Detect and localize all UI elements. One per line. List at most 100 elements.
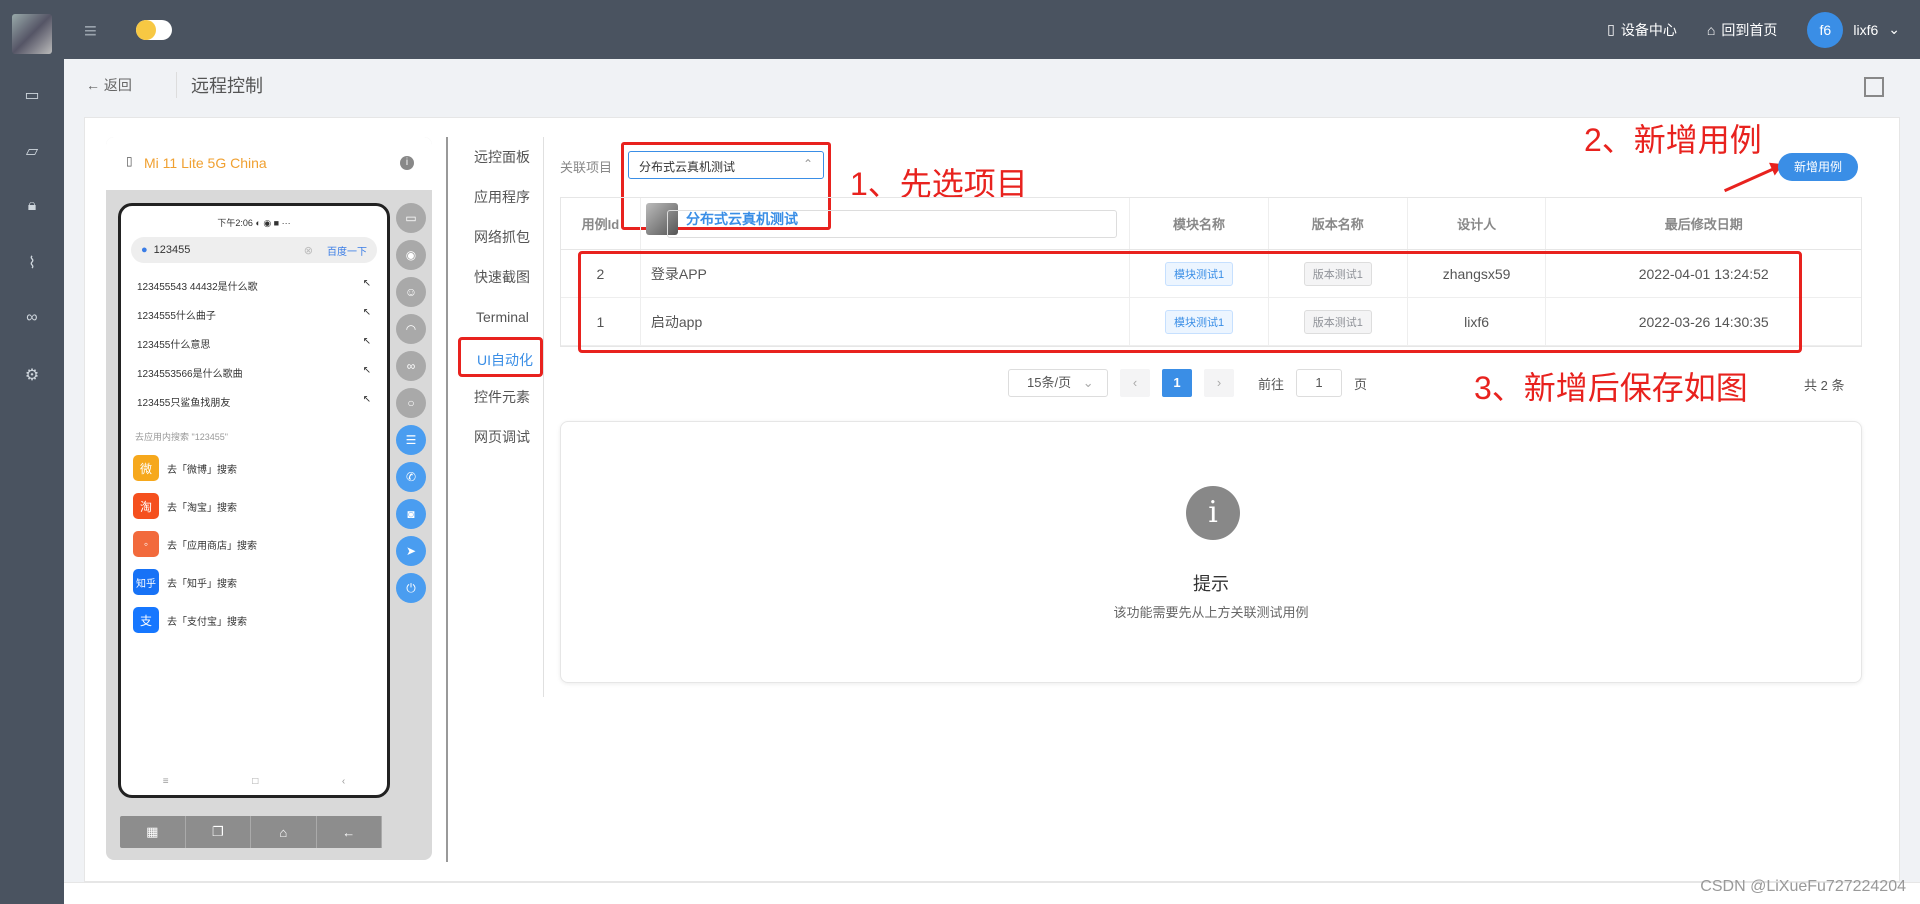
app-search-taobao[interactable]: 淘去「淘宝」搜索: [121, 487, 387, 525]
paperclip-icon[interactable]: ⌇: [22, 253, 42, 273]
menu-toggle-icon[interactable]: ≡: [84, 18, 97, 44]
suggestion-text: 123455什么意思: [137, 340, 211, 351]
video-icon[interactable]: ▭: [396, 203, 426, 233]
panel-splitter[interactable]: [446, 137, 448, 862]
page-header: ← 返回 远程控制: [64, 59, 1920, 109]
camera-icon[interactable]: ◙: [396, 499, 426, 529]
annotation-step2: 2、新增用例: [1584, 122, 1762, 158]
add-case-button[interactable]: 新增用例: [1778, 153, 1858, 181]
tab-remote-panel[interactable]: 远控面板: [458, 137, 543, 177]
headset-icon[interactable]: ◠: [396, 314, 426, 344]
info-icon[interactable]: i: [400, 156, 414, 170]
phone-panel: ▯ Mi 11 Lite 5G China i 下午2:06 ◐ ◉ ■ ···…: [106, 137, 432, 860]
hint-description: 该功能需要先从上方关联测试用例: [1113, 605, 1309, 620]
folder-icon[interactable]: ▱: [22, 141, 42, 161]
goto-page-input[interactable]: 1: [1296, 369, 1343, 397]
layout-toggle-icon[interactable]: [1864, 77, 1884, 97]
link-icon[interactable]: ∞: [396, 351, 426, 381]
pagination: 15条/页 ⌄ ‹ 1 › 前往 1 页: [1008, 369, 1367, 397]
back-button[interactable]: ← 返回: [86, 75, 132, 95]
col-header-modified: 最后修改日期: [1664, 217, 1743, 232]
arrow-up-left-icon: ↖: [362, 278, 371, 289]
home-link[interactable]: ⌂ 回到首页: [1707, 20, 1777, 40]
phone-panel-header: ▯ Mi 11 Lite 5G China i: [106, 137, 432, 190]
suggestion-item[interactable]: 1234553566是什么歌曲 ↖: [121, 358, 387, 387]
info-icon: i: [1186, 486, 1240, 540]
name-filter-input[interactable]: [667, 209, 1117, 238]
arrow-up-left-icon: ↖: [362, 336, 371, 347]
phone-search-bar[interactable]: ● 123455 ⊗ 百度一下: [131, 237, 377, 263]
home-icon: ⌂: [1706, 21, 1716, 38]
current-page[interactable]: 1: [1162, 369, 1192, 397]
monitor-icon[interactable]: ▭: [22, 85, 42, 105]
weibo-icon: 微: [133, 455, 159, 481]
app-search-weibo[interactable]: 微去「微博」搜索: [121, 449, 387, 487]
suggestion-item[interactable]: 123455什么意思 ↖: [121, 329, 387, 358]
app-search-label: 去「淘宝」搜索: [167, 502, 237, 514]
phone-search-query: 123455: [153, 244, 191, 256]
phone-screen[interactable]: 下午2:06 ◐ ◉ ■ ··· ● 123455 ⊗ 百度一下 1234555…: [118, 203, 390, 798]
link-icon[interactable]: ∞: [22, 309, 42, 329]
page-title: 远程控制: [176, 72, 263, 98]
recent-apps-icon[interactable]: ❐: [186, 816, 251, 848]
tab-terminal[interactable]: Terminal: [458, 297, 543, 337]
tab-applications[interactable]: 应用程序: [458, 177, 543, 217]
prev-page-button[interactable]: ‹: [1120, 369, 1150, 397]
sliders-icon[interactable]: ☰: [396, 425, 426, 455]
app-store-icon: ◦: [133, 531, 159, 557]
send-icon[interactable]: ➤: [396, 536, 426, 566]
eye-icon[interactable]: ◉: [396, 240, 426, 270]
tool-tabs: 远控面板 应用程序 网络抓包 快速截图 Terminal UI自动化 控件元素 …: [458, 137, 544, 697]
watermark: CSDN @LiXueFu727224204: [1700, 878, 1906, 895]
paw-icon: ●: [141, 244, 148, 256]
hint-card: i 提示 该功能需要先从上方关联测试用例: [560, 421, 1862, 683]
phone-search-go[interactable]: 百度一下: [327, 243, 367, 258]
tab-widget-elements[interactable]: 控件元素: [458, 377, 543, 417]
in-app-search-heading: 去应用内搜索 "123455": [135, 432, 228, 442]
app-search-label: 去「支付宝」搜索: [167, 616, 247, 628]
square-icon[interactable]: □: [252, 776, 258, 787]
theme-toggle-icon[interactable]: [136, 20, 172, 40]
user-menu[interactable]: f6 lixf6 ⌄: [1807, 11, 1900, 48]
col-header-version: 版本名称: [1269, 198, 1408, 249]
tab-web-debug[interactable]: 网页调试: [458, 417, 543, 457]
phone-nav-bar: ≡ □ ‹: [121, 776, 387, 787]
app-search-zhihu[interactable]: 知乎 去「知乎」搜索: [121, 563, 387, 601]
search-icon[interactable]: ○: [396, 388, 426, 418]
tab-ui-automation[interactable]: UI自动化: [458, 337, 543, 377]
suggestion-item[interactable]: 123455543 44432是什么歌 ↖: [121, 271, 387, 300]
hint-title: 提示: [1193, 574, 1229, 594]
clear-icon[interactable]: ⊗: [304, 244, 313, 257]
home-icon[interactable]: ⌂: [251, 816, 317, 848]
suggestion-text: 1234555什么曲子: [137, 311, 216, 322]
app-search-label: 去「微博」搜索: [167, 464, 237, 476]
device-center-link[interactable]: ▯ 设备中心: [1607, 20, 1677, 40]
col-header-designer: 设计人: [1408, 198, 1547, 249]
suggestion-item[interactable]: 123455只鲨鱼找朋友 ↖: [121, 387, 387, 416]
suggestion-item[interactable]: 1234555什么曲子 ↖: [121, 300, 387, 329]
phone-status-bar: 下午2:06 ◐ ◉ ■ ···: [217, 218, 291, 228]
tab-screenshot[interactable]: 快速截图: [458, 257, 543, 297]
col-header-id[interactable]: 用例Id: [561, 198, 641, 249]
back-arrow-icon[interactable]: ←: [317, 816, 382, 848]
app-logo: [12, 14, 52, 54]
suggestion-text: 123455只鲨鱼找朋友: [137, 398, 231, 409]
alipay-icon: 支: [133, 607, 159, 633]
app-search-app-store[interactable]: ◦ 去「应用商店」搜索: [121, 525, 387, 563]
gear-icon[interactable]: ⚙: [22, 365, 42, 385]
next-page-button[interactable]: ›: [1204, 369, 1234, 397]
avatar: f6: [1807, 11, 1844, 48]
chevron-down-icon: ⌄: [1888, 21, 1900, 37]
phone-call-icon[interactable]: ✆: [396, 462, 426, 492]
user-icon[interactable]: ☺: [396, 277, 426, 307]
apps-grid-icon[interactable]: ▦: [120, 816, 186, 848]
page-size-select[interactable]: 15条/页 ⌄: [1008, 369, 1108, 397]
top-bar: ≡ ▯ 设备中心 ⌂ 回到首页 f6 lixf6 ⌄: [0, 0, 1920, 59]
power-icon[interactable]: ⏻: [396, 573, 426, 603]
annotation-frame-rows: [578, 251, 1802, 353]
tab-packet-capture[interactable]: 网络抓包: [458, 217, 543, 257]
app-search-alipay[interactable]: 支去「支付宝」搜索: [121, 601, 387, 639]
menu-icon[interactable]: ≡: [163, 776, 169, 787]
back-triangle-icon[interactable]: ‹: [342, 776, 345, 787]
lock-icon[interactable]: 🔒︎: [22, 197, 42, 217]
